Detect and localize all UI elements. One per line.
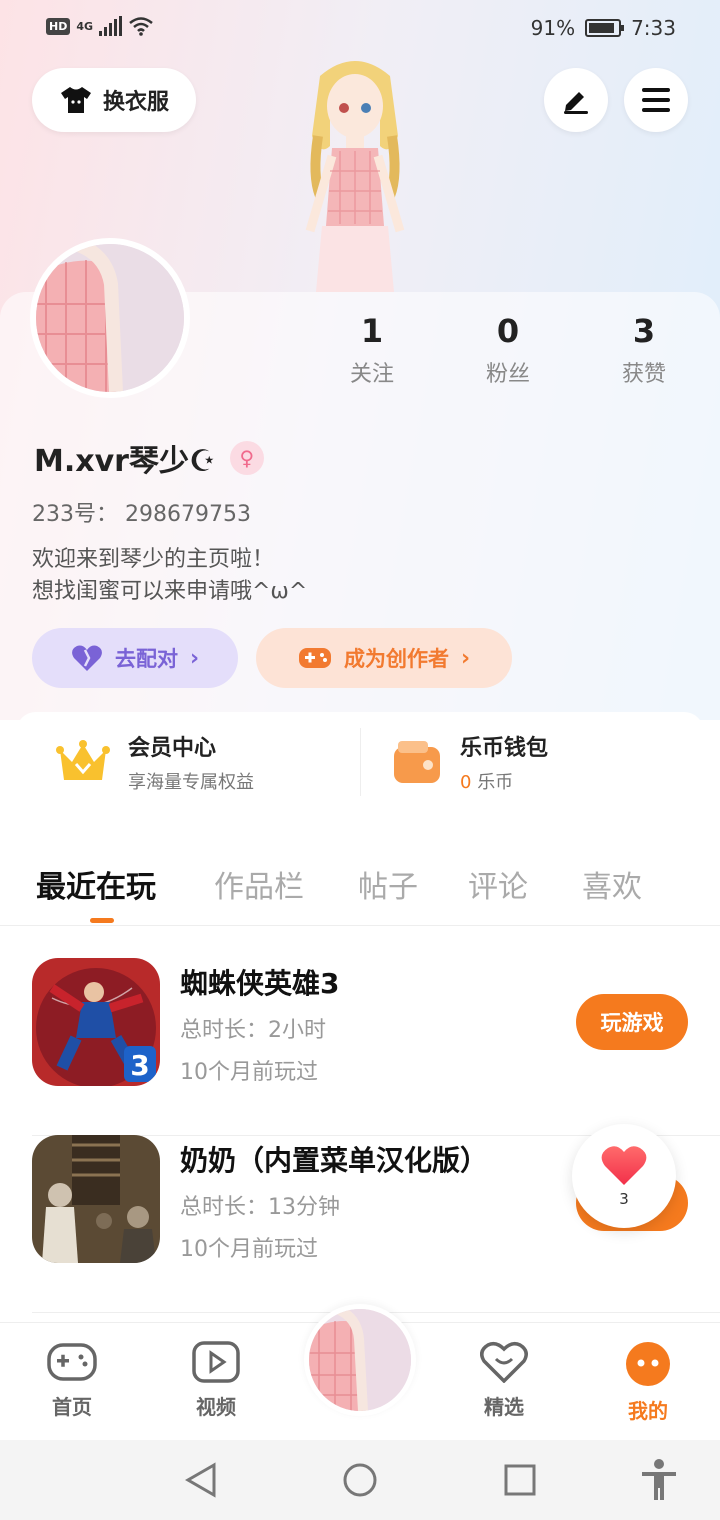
menu-icon (642, 88, 670, 112)
chevron-right-icon: › (460, 645, 471, 671)
wallet-title: 乐币钱包 (460, 736, 549, 761)
back-icon[interactable] (184, 1462, 218, 1498)
tab-indicator (90, 918, 114, 923)
nav-video[interactable]: 视频 (166, 1341, 266, 1420)
wifi-icon (129, 17, 153, 36)
stat-likes[interactable]: 3 获赞 (594, 312, 694, 388)
likes-count: 3 (632, 312, 656, 350)
crown-icon (56, 740, 110, 780)
wallet-icon (394, 741, 440, 783)
menu-button[interactable] (624, 68, 688, 132)
profile-avatar[interactable] (30, 238, 190, 398)
uid-label: 233号： (32, 502, 118, 527)
clock: 7:33 (631, 16, 676, 40)
divider (360, 728, 361, 796)
tab-comments[interactable]: 评论 (468, 862, 528, 906)
bio-line-1: 欢迎来到琴少的主页啦！ (32, 547, 275, 572)
signal-icon (99, 16, 123, 36)
gamepad-icon (298, 648, 331, 668)
tab-works[interactable]: 作品栏 (214, 862, 304, 906)
stat-followers[interactable]: 0 粉丝 (458, 312, 558, 388)
nav-home[interactable]: 首页 (22, 1341, 122, 1420)
username: M.xvr琴少☪ (34, 444, 216, 479)
battery-percent: 91% (530, 16, 576, 40)
wallet-balance: 0 乐币 (460, 768, 548, 794)
likes-label: 获赞 (621, 362, 666, 387)
accessibility-icon[interactable] (640, 1458, 678, 1502)
heart-icon (601, 1146, 647, 1185)
home-icon[interactable] (342, 1462, 378, 1498)
user-id[interactable]: 233号： 298679753 (32, 496, 251, 528)
heart-chat-icon (480, 1341, 528, 1384)
creator-label: 成为创作者 (343, 647, 449, 671)
followers-count: 0 (496, 312, 520, 350)
following-count: 1 (360, 312, 384, 350)
wallet-unit: 乐币 (477, 772, 514, 793)
nav-featured[interactable]: 精选 (454, 1341, 554, 1420)
nav-home-label: 首页 (52, 1395, 92, 1419)
game-last-played: 10个月前玩过 (180, 1060, 318, 1085)
female-icon: ♀ (229, 441, 264, 475)
system-nav-bar (0, 1440, 720, 1520)
vip-title: 会员中心 (128, 736, 217, 761)
game-name: 奶奶（内置菜单汉化版） (180, 1144, 489, 1177)
game-icon-spiderman[interactable]: 3 (32, 958, 160, 1086)
change-outfit-label: 换衣服 (102, 90, 169, 115)
wallet-entry[interactable]: 乐币钱包 0 乐币 (392, 712, 548, 812)
avatar-character (305, 61, 405, 292)
tab-recent[interactable]: 最近在玩 (36, 862, 156, 906)
tab-bar: 最近在玩 作品栏 帖子 评论 喜欢 (0, 838, 720, 926)
member-card: 会员中心 享海量专属权益 乐币钱包 0 乐币 (16, 712, 704, 812)
username-row: M.xvr琴少☪ ♀ (34, 436, 264, 480)
bio-line-2: 想找闺蜜可以来申请哦^ω^ (32, 579, 308, 604)
heart-icon (72, 645, 102, 671)
game-last-played: 10个月前玩过 (180, 1237, 318, 1262)
status-bar: HD 4G 91% 7:33 (0, 0, 720, 56)
pen-icon (564, 92, 588, 114)
center-avatar-button[interactable] (304, 1304, 416, 1416)
like-bubble[interactable]: 3 (572, 1124, 676, 1228)
change-outfit-button[interactable]: 换衣服 (32, 68, 196, 132)
nav-me[interactable]: 我的 (598, 1341, 698, 1424)
game-duration: 总时长：13分钟 (180, 1195, 340, 1220)
game-icon-granny[interactable] (32, 1135, 160, 1263)
game-duration: 总时长：2小时 (180, 1018, 326, 1043)
play-game-button[interactable]: 玩游戏 (576, 994, 688, 1050)
nav-me-label: 我的 (628, 1399, 668, 1423)
chevron-right-icon: › (189, 645, 200, 671)
battery-icon (585, 19, 625, 37)
uid-value: 298679753 (125, 502, 251, 527)
smile-icon (626, 1342, 670, 1386)
nav-featured-label: 精选 (484, 1395, 524, 1419)
followers-label: 粉丝 (485, 362, 530, 387)
like-count: 3 (619, 1190, 629, 1208)
match-label: 去配对 (114, 647, 178, 671)
play-icon (192, 1341, 240, 1383)
gamepad-icon (47, 1343, 97, 1381)
vip-center-entry[interactable]: 会员中心 享海量专属权益 (56, 712, 254, 812)
wallet-amount: 0 (460, 772, 472, 793)
svg-text:3: 3 (130, 1049, 149, 1082)
edit-profile-button[interactable] (544, 68, 608, 132)
stat-following[interactable]: 1 关注 (322, 312, 422, 388)
vip-subtitle: 享海量专属权益 (128, 772, 254, 793)
become-creator-button[interactable]: 成为创作者 › (256, 628, 512, 688)
tab-posts[interactable]: 帖子 (358, 862, 418, 906)
tshirt-icon (60, 87, 91, 113)
game-name: 蜘蛛侠英雄3 (180, 967, 340, 1000)
nav-video-label: 视频 (196, 1395, 236, 1419)
avatar-image (309, 1309, 411, 1411)
network-type: 4G (76, 19, 94, 33)
bio: 欢迎来到琴少的主页啦！ 想找闺蜜可以来申请哦^ω^ (32, 544, 307, 608)
tab-likes[interactable]: 喜欢 (582, 862, 642, 906)
following-label: 关注 (349, 362, 394, 387)
hd-badge: HD (46, 17, 71, 35)
recents-icon[interactable] (504, 1462, 536, 1498)
game-item[interactable]: 3 蜘蛛侠英雄3 总时长：2小时 10个月前玩过 玩游戏 (32, 958, 720, 1136)
avatar-image (36, 244, 184, 392)
match-button[interactable]: 去配对 › (32, 628, 238, 688)
